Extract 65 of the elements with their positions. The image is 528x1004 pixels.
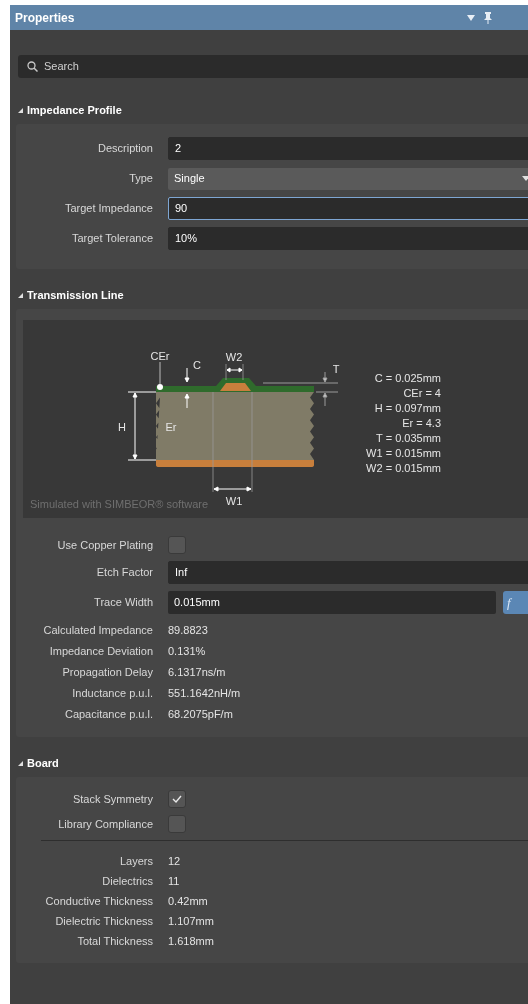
checkmark-icon [172, 795, 182, 803]
input-field[interactable]: Inf [168, 561, 528, 584]
field-value: 11 [168, 873, 180, 889]
caret-down-icon[interactable] [467, 14, 476, 21]
collapse-triangle-icon [18, 107, 23, 113]
parameter-value: CEr = 4 [403, 387, 441, 399]
parameter-value: Er = 4.3 [402, 417, 441, 429]
checkbox[interactable] [168, 790, 186, 808]
input-field[interactable]: 2 [168, 137, 528, 160]
field-label: Propagation Delay [62, 666, 153, 679]
field-label: Library Compliance [58, 817, 153, 830]
search-icon [27, 61, 38, 72]
pin-icon[interactable] [484, 11, 493, 24]
field-label: Capacitance p.u.l. [64, 708, 153, 721]
field-value: 1.107mm [168, 913, 214, 929]
type-dropdown[interactable]: Single [168, 167, 528, 190]
dimension-label: CEr [150, 350, 170, 362]
parameter-value: T = 0.035mm [376, 432, 441, 444]
section-header[interactable]: Impedance Profile [18, 102, 122, 118]
collapse-triangle-icon [18, 760, 23, 766]
field-value: 551.1642nH/m [168, 686, 241, 702]
field-label: Impedance Deviation [49, 645, 153, 658]
field-label: Type [129, 172, 153, 185]
parameter-value: W1 = 0.015mm [366, 447, 441, 459]
parameter-value: H = 0.097mm [374, 402, 441, 414]
field-label: Conductive Thickness [45, 894, 153, 907]
dimension-label: T [332, 363, 340, 375]
field-label: Etch Factor [96, 566, 153, 579]
field-label: Stack Symmetry [72, 792, 153, 805]
parameter-value: W2 = 0.015mm [366, 462, 441, 474]
field-value: 1.618mm [168, 933, 214, 949]
input-field[interactable]: 10% [168, 227, 528, 250]
caret-down-icon [522, 176, 528, 181]
field-label: Target Impedance [64, 202, 153, 215]
field-label: Calculated Impedance [43, 624, 153, 637]
field-label: Trace Width [94, 596, 153, 609]
field-label: Dielectrics [102, 874, 153, 887]
dimension-label: C [193, 359, 201, 371]
field-value: 6.1317ns/m [168, 665, 226, 681]
field-label: Dielectric Thickness [55, 914, 153, 927]
field-label: Layers [119, 854, 153, 867]
search-field[interactable]: Search [18, 55, 528, 78]
dimension-label: W2 [225, 351, 243, 363]
field-value: 89.8823 [168, 623, 208, 639]
field-label: Inductance p.u.l. [72, 687, 153, 700]
dimension-label: Er [165, 421, 177, 433]
input-field[interactable]: 0.015mm [168, 591, 496, 614]
field-label: Target Tolerance [71, 232, 153, 245]
checkbox[interactable] [168, 815, 186, 833]
dimension-label: W1 [225, 495, 243, 507]
field-label: Description [97, 142, 153, 155]
field-value: 0.131% [168, 644, 206, 660]
checkbox[interactable] [168, 536, 186, 554]
field-value: 68.2075pF/m [168, 707, 233, 723]
input-field[interactable]: 90 [168, 197, 528, 220]
field-value: 0.42mm [168, 893, 208, 909]
parameter-value: C = 0.025mm [374, 372, 441, 384]
collapse-triangle-icon [18, 292, 23, 298]
dimension-label: H [118, 421, 126, 433]
section-header[interactable]: Board [18, 755, 59, 771]
section-header[interactable]: Transmission Line [18, 287, 124, 303]
field-value: 12 [168, 853, 181, 869]
field-label: Total Thickness [77, 934, 153, 947]
field-label: Use Copper Plating [57, 538, 153, 551]
panel-title: Properties [15, 9, 75, 27]
